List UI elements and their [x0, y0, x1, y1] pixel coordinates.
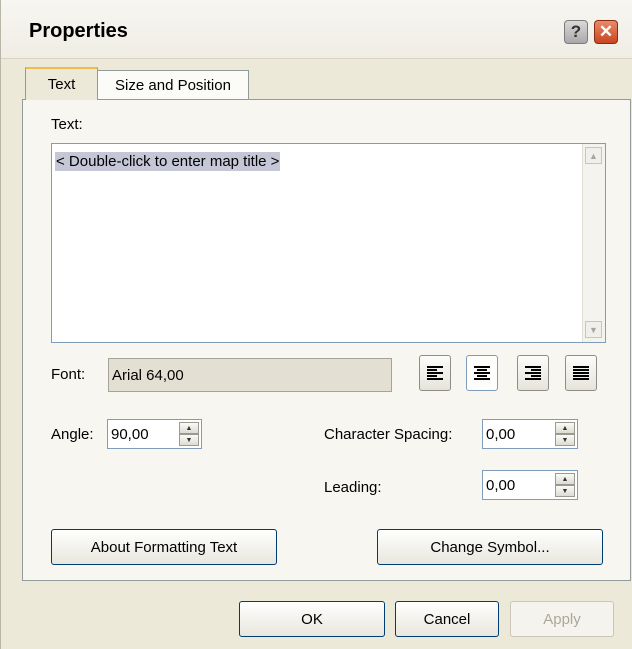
character-spacing-down-icon: ▼: [561, 436, 569, 444]
angle-up-icon: ▲: [185, 424, 193, 432]
font-label: Font:: [51, 366, 86, 383]
align-right-button[interactable]: [517, 355, 549, 391]
tab-size-and-position[interactable]: Size and Position: [97, 70, 249, 100]
angle-spinner[interactable]: 90,00 ▲ ▼: [107, 419, 202, 449]
window-title: Properties: [29, 20, 128, 42]
angle-up-button[interactable]: ▲: [179, 422, 199, 434]
align-justify-icon: [573, 366, 589, 380]
align-left-icon: [427, 366, 443, 380]
leading-label: Leading:: [324, 479, 382, 496]
title-bar[interactable]: Properties ? ✕: [1, 0, 632, 59]
about-formatting-text-button[interactable]: About Formatting Text: [51, 529, 277, 565]
text-input[interactable]: < Double-click to enter map title > ▲ ▼: [51, 143, 606, 343]
character-spacing-spin-arrows: ▲ ▼: [555, 422, 575, 446]
leading-value: 0,00: [486, 477, 516, 494]
scroll-down-icon: ▼: [589, 324, 598, 335]
align-right-icon: [525, 366, 541, 380]
angle-value: 90,00: [111, 426, 149, 443]
tab-text-label: Text: [47, 76, 76, 93]
font-field: Arial 64,00: [108, 358, 392, 392]
ok-button[interactable]: OK: [239, 601, 385, 637]
leading-spinner[interactable]: 0,00 ▲ ▼: [482, 470, 578, 500]
leading-up-icon: ▲: [561, 475, 569, 483]
text-scrollbar[interactable]: ▲ ▼: [582, 144, 605, 342]
angle-down-button[interactable]: ▼: [179, 434, 199, 446]
leading-up-button[interactable]: ▲: [555, 473, 575, 485]
character-spacing-up-icon: ▲: [561, 424, 569, 432]
scroll-up-button[interactable]: ▲: [585, 147, 602, 164]
leading-down-button[interactable]: ▼: [555, 485, 575, 497]
character-spacing-label: Character Spacing:: [324, 426, 453, 443]
angle-spin-arrows: ▲ ▼: [179, 422, 199, 446]
font-value: Arial 64,00: [112, 367, 184, 384]
tab-text[interactable]: Text: [25, 67, 98, 100]
close-icon: ✕: [598, 22, 614, 41]
angle-down-icon: ▼: [185, 436, 193, 444]
leading-down-icon: ▼: [561, 487, 569, 495]
scroll-down-button[interactable]: ▼: [585, 321, 602, 338]
scroll-up-icon: ▲: [589, 150, 598, 161]
text-label: Text:: [51, 116, 83, 133]
close-button[interactable]: ✕: [594, 20, 618, 44]
apply-button[interactable]: Apply: [510, 601, 614, 637]
align-left-button[interactable]: [419, 355, 451, 391]
change-symbol-button[interactable]: Change Symbol...: [377, 529, 603, 565]
help-icon: ?: [570, 22, 582, 41]
text-input-value: < Double-click to enter map title >: [55, 152, 281, 171]
character-spacing-up-button[interactable]: ▲: [555, 422, 575, 434]
align-justify-button[interactable]: [565, 355, 597, 391]
properties-dialog: Properties ? ✕ Text Size and Position Te…: [0, 0, 632, 649]
angle-label: Angle:: [51, 426, 94, 443]
cancel-button[interactable]: Cancel: [395, 601, 499, 637]
character-spacing-spinner[interactable]: 0,00 ▲ ▼: [482, 419, 578, 449]
character-spacing-down-button[interactable]: ▼: [555, 434, 575, 446]
align-center-icon: [474, 366, 490, 380]
help-button[interactable]: ?: [564, 20, 588, 44]
character-spacing-value: 0,00: [486, 426, 516, 443]
tab-size-label: Size and Position: [115, 77, 231, 94]
align-center-button[interactable]: [466, 355, 498, 391]
leading-spin-arrows: ▲ ▼: [555, 473, 575, 497]
